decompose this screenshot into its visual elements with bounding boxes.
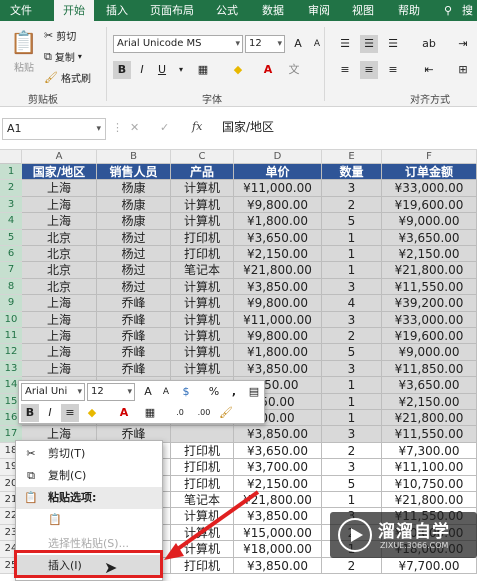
- arrow-annotation: [164, 490, 260, 560]
- play-logo-icon: [338, 518, 372, 552]
- cursor-icon: ➤: [104, 558, 118, 577]
- watermark: 溜溜自学 ZIXUE.3066.COM: [330, 512, 477, 558]
